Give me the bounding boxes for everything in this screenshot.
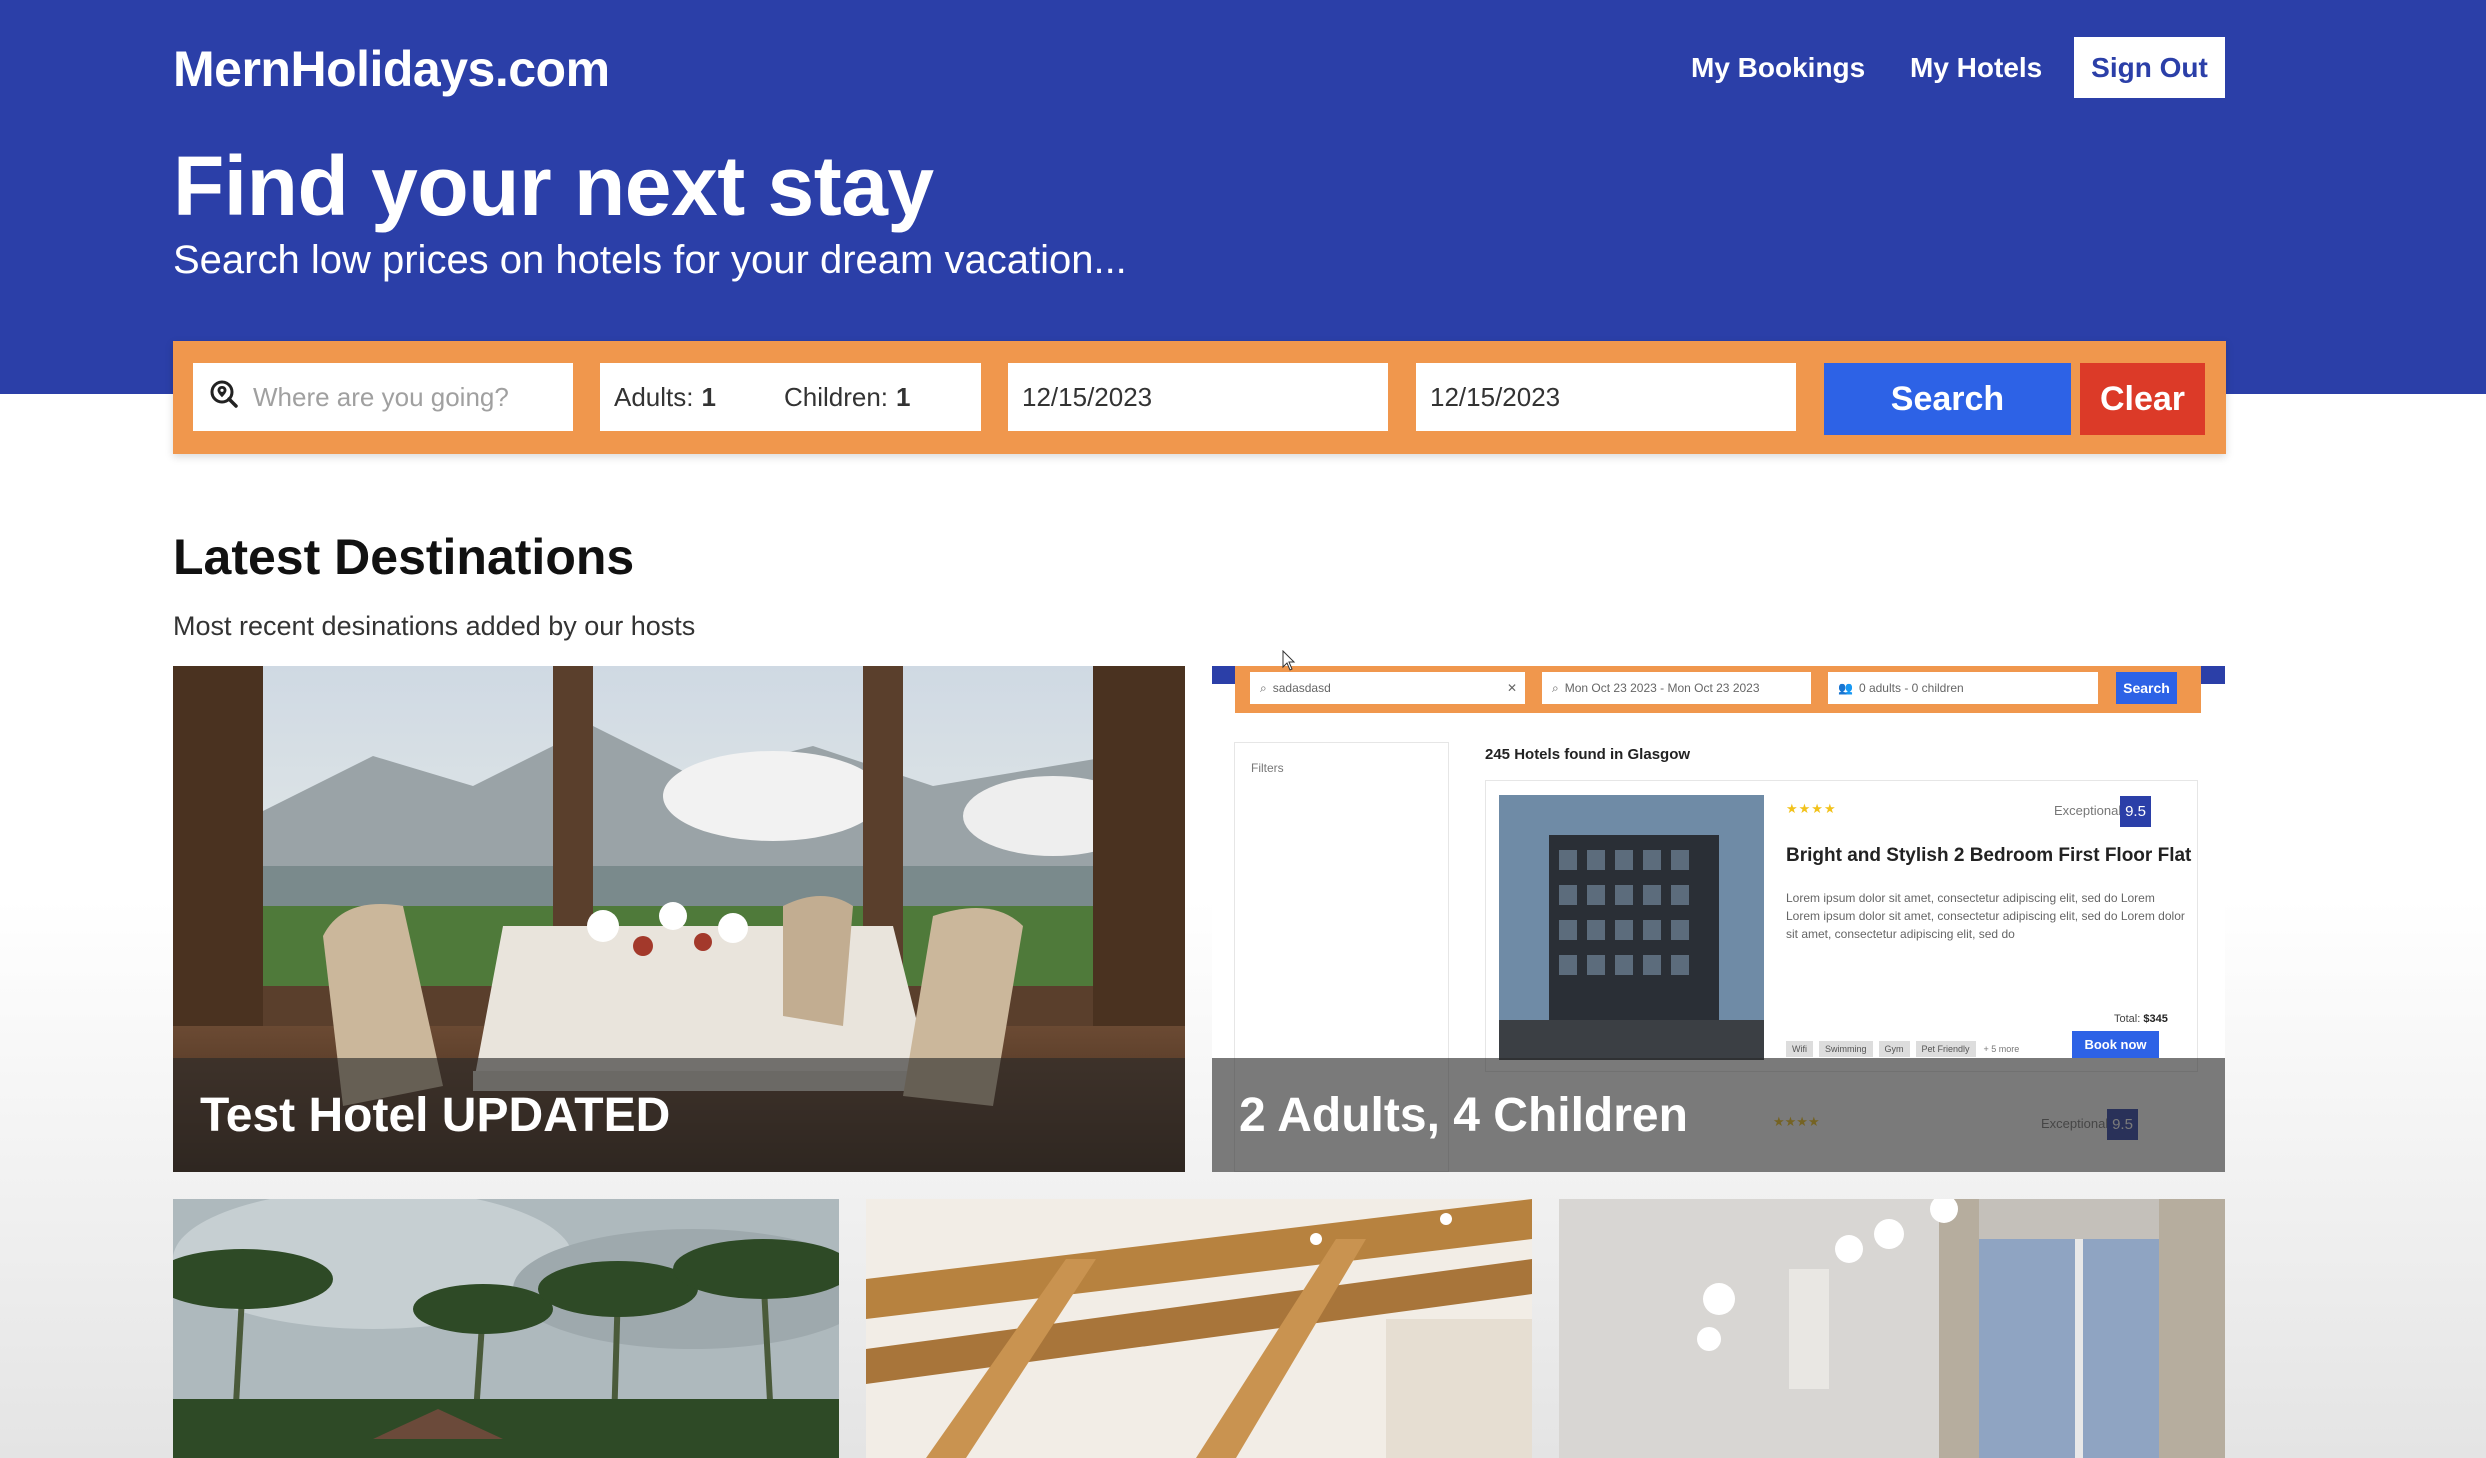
children-input[interactable]: Children: 1 <box>784 382 911 413</box>
nav-my-bookings[interactable]: My Bookings <box>1691 52 1865 84</box>
embedded-dates-value: Mon Oct 23 2023 - Mon Oct 23 2023 <box>1564 681 1760 695</box>
embedded-tag-more: + 5 more <box>1983 1044 2020 1054</box>
mouse-cursor-icon <box>1282 650 1296 671</box>
embedded-rating-badge: 9.5 <box>2120 796 2151 827</box>
destination-card-name: 2 Adults, 4 Children <box>1212 1058 2225 1172</box>
hero-subtitle: Search low prices on hotels for your dre… <box>173 238 1127 282</box>
nav-my-hotels[interactable]: My Hotels <box>1910 52 2042 84</box>
children-label: Children: <box>783 381 889 412</box>
embedded-tag: Wifi <box>1786 1041 1813 1057</box>
sign-out-button[interactable]: Sign Out <box>2074 37 2225 98</box>
embedded-destination-value: sadasdasd <box>1272 681 1331 695</box>
embedded-hotel-title: Bright and Stylish 2 Bedroom First Floor… <box>1786 845 2192 866</box>
children-value[interactable]: 1 <box>896 382 910 413</box>
search-icon: ⌕ <box>1260 680 1267 695</box>
hotel-photo-palm-trees <box>173 1199 839 1458</box>
site-logo[interactable]: MernHolidays.com <box>173 40 610 98</box>
embedded-destination-field: ⌕ sadasdasd ✕ <box>1250 672 1525 704</box>
embedded-results-count: 245 Hotels found in Glasgow <box>1485 746 1691 763</box>
latest-destinations-subtitle: Most recent desinations added by our hos… <box>173 611 696 641</box>
destination-card[interactable]: Test Hotel UPDATED <box>173 666 1185 1172</box>
clear-button[interactable]: Clear <box>2080 363 2205 435</box>
destination-card-name: Test Hotel UPDATED <box>173 1058 1185 1172</box>
embedded-dates-field: ⌕ Mon Oct 23 2023 - Mon Oct 23 2023 <box>1542 672 1811 704</box>
embedded-total-value: $345 <box>2143 1013 2168 1025</box>
embedded-tag: Pet Friendly <box>1915 1041 1976 1057</box>
check-out-date-input[interactable]: 12/15/2023 <box>1416 363 1796 431</box>
embedded-star-rating: ★★★★ <box>1786 801 1837 816</box>
destination-field[interactable] <box>193 363 573 431</box>
calendar-icon: ⌕ <box>1552 680 1559 695</box>
destination-card[interactable] <box>173 1199 839 1458</box>
destination-card[interactable] <box>1559 1199 2225 1458</box>
embedded-tag: Gym <box>1878 1041 1910 1057</box>
adults-input[interactable]: Adults: 1 <box>614 382 716 413</box>
destination-card[interactable] <box>866 1199 1532 1458</box>
search-location-icon <box>209 379 239 416</box>
embedded-guests-field: 👥 0 adults - 0 children <box>1828 672 2098 704</box>
close-icon: ✕ <box>1506 681 1517 695</box>
adults-value[interactable]: 1 <box>702 382 716 413</box>
hotel-photo-bedroom <box>1559 1199 2225 1458</box>
embedded-facility-tags: Wifi Swimming Gym Pet Friendly + 5 more <box>1786 1041 2021 1057</box>
users-icon: 👥 <box>1838 681 1853 695</box>
embedded-total-price: Total: $345 <box>2114 1013 2168 1025</box>
hero-title: Find your next stay <box>173 139 934 233</box>
embedded-guests-value: 0 adults - 0 children <box>1858 681 1964 695</box>
embedded-search-button: Search <box>2116 672 2177 704</box>
guests-field: Adults: 1 Children: 1 <box>600 363 981 431</box>
embedded-search-bar: ⌕ sadasdasd ✕ ⌕ Mon Oct 23 2023 - Mon Oc… <box>1235 666 2201 713</box>
hotel-photo-wooden-loft <box>866 1199 1532 1458</box>
embedded-total-label: Total: <box>2114 1013 2141 1025</box>
search-bar: Adults: 1 Children: 1 12/15/2023 12/15/2… <box>173 341 2226 454</box>
destination-card[interactable]: ⌕ sadasdasd ✕ ⌕ Mon Oct 23 2023 - Mon Oc… <box>1212 666 2225 1172</box>
search-button[interactable]: Search <box>1824 363 2071 435</box>
embedded-hotel-photo <box>1499 795 1764 1060</box>
latest-destinations-title: Latest Destinations <box>173 529 635 585</box>
embedded-tag: Swimming <box>1819 1041 1873 1057</box>
embedded-hotel-result: ★★★★ Exceptional 9.5 Bright and Stylish … <box>1485 780 2198 1072</box>
destination-input[interactable] <box>253 381 553 413</box>
embedded-filters-label: Filters <box>1251 761 1284 775</box>
embedded-rating-label: Exceptional <box>2054 803 2122 818</box>
embedded-book-now-button: Book now <box>2072 1031 2159 1058</box>
check-in-date-input[interactable]: 12/15/2023 <box>1008 363 1388 431</box>
adults-label: Adults: <box>614 381 694 412</box>
embedded-hotel-description: Lorem ipsum dolor sit amet, consectetur … <box>1786 891 2185 941</box>
hero-header: MernHolidays.com My Bookings My Hotels S… <box>0 0 2486 394</box>
